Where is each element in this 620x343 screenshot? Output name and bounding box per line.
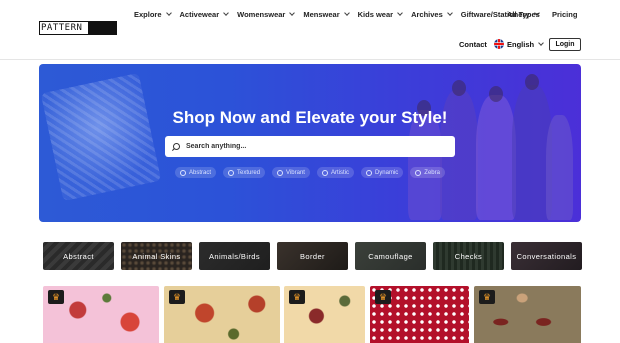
chevron-down-icon xyxy=(223,9,229,16)
page: PATTERN Explore Activewear Womenswear Me… xyxy=(0,0,620,343)
header-divider xyxy=(0,59,620,60)
pattern-tile[interactable]: ♛ xyxy=(164,286,280,343)
chevron-down-icon xyxy=(397,9,403,16)
category-card-checks[interactable]: Checks xyxy=(433,242,504,270)
chip-label: Vibrant xyxy=(286,169,305,176)
category-card-conversationals[interactable]: Conversationals xyxy=(511,242,582,270)
nav-explore-label: Explore xyxy=(134,9,162,19)
chevron-down-icon xyxy=(289,9,296,16)
main-nav: Explore Activewear Womenswear Menswear K… xyxy=(134,8,548,20)
login-button[interactable]: Login xyxy=(549,38,581,51)
search-icon xyxy=(180,169,187,176)
search-icon xyxy=(415,169,422,176)
category-list: Abstract Animal Skins Animals/Birds Bord… xyxy=(43,242,582,270)
crown-icon: ♛ xyxy=(48,290,64,304)
logo-text: PATTERN xyxy=(40,22,88,34)
nav-pricing[interactable]: Pricing xyxy=(552,8,577,20)
chip-artistic[interactable]: Artistic xyxy=(316,167,354,178)
category-card-abstract[interactable]: Abstract xyxy=(43,242,114,270)
chevron-down-icon xyxy=(165,9,172,16)
chip-zebra[interactable]: Zebra xyxy=(410,167,445,178)
nav-archives-label: Archives xyxy=(411,9,443,19)
hero-fabric-image xyxy=(40,72,162,202)
chip-vibrant[interactable]: Vibrant xyxy=(272,167,310,178)
pattern-tile[interactable]: ♛ xyxy=(43,286,159,343)
nav-kids-wear[interactable]: Kids wear xyxy=(357,8,403,20)
chevron-down-icon xyxy=(343,9,350,16)
chip-label: Abstract xyxy=(189,169,212,176)
nav-activewear-label: Activewear xyxy=(179,9,220,19)
category-card-animals-birds[interactable]: Animals/Birds xyxy=(199,242,270,270)
chip-abstract[interactable]: Abstract xyxy=(175,167,217,178)
search-input[interactable] xyxy=(186,143,446,150)
crown-icon: ♛ xyxy=(479,290,495,304)
site-logo[interactable]: PATTERN xyxy=(39,21,117,35)
chip-label: Dynamic xyxy=(374,169,399,176)
nav-all-types[interactable]: All Types xyxy=(507,8,540,20)
chip-textured[interactable]: Textured xyxy=(223,167,266,178)
language-selector[interactable]: English xyxy=(494,38,544,50)
chip-label: Zebra xyxy=(424,169,440,176)
pattern-grid: ♛ ♛ ♛ ♛ ♛ xyxy=(43,286,583,343)
pattern-tile[interactable]: ♛ xyxy=(474,286,581,343)
uk-flag-icon xyxy=(494,39,504,49)
hero-banner: Shop Now and Elevate your Style! Abstrac… xyxy=(39,64,581,222)
chip-label: Artistic xyxy=(330,169,349,176)
logo-block xyxy=(88,22,116,34)
crown-icon: ♛ xyxy=(289,290,305,304)
model-head xyxy=(452,80,466,96)
language-label: English xyxy=(507,39,535,49)
hero-title: Shop Now and Elevate your Style! xyxy=(172,108,448,127)
pattern-tile[interactable]: ♛ xyxy=(370,286,469,343)
nav-womenswear[interactable]: Womenswear xyxy=(237,8,296,20)
model-head xyxy=(525,74,539,90)
nav-contact[interactable]: Contact xyxy=(459,38,487,50)
nav-menswear[interactable]: Menswear xyxy=(303,8,350,20)
model-head xyxy=(489,86,503,102)
category-card-animal-skins[interactable]: Animal Skins xyxy=(121,242,192,270)
chip-dynamic[interactable]: Dynamic xyxy=(360,167,404,178)
chevron-down-icon xyxy=(538,39,544,46)
nav-activewear[interactable]: Activewear xyxy=(180,8,229,20)
nav-womenswear-label: Womenswear xyxy=(237,9,286,19)
nav-archives[interactable]: Archives xyxy=(411,8,453,20)
search-icon xyxy=(172,142,180,151)
search-icon xyxy=(321,169,328,176)
nav-kids-wear-label: Kids wear xyxy=(357,9,394,19)
search-icon xyxy=(228,169,235,176)
chip-label: Textured xyxy=(237,169,261,176)
crown-icon: ♛ xyxy=(169,290,185,304)
category-card-border[interactable]: Border xyxy=(277,242,348,270)
search-icon xyxy=(277,169,284,176)
search-icon xyxy=(365,169,372,176)
pattern-tile[interactable]: ♛ xyxy=(284,286,365,343)
search-bar[interactable] xyxy=(165,136,455,157)
crown-icon: ♛ xyxy=(375,290,391,304)
search-suggestions: Abstract Textured Vibrant Artistic Dynam… xyxy=(39,167,581,178)
nav-menswear-label: Menswear xyxy=(303,9,340,19)
nav-explore[interactable]: Explore xyxy=(134,8,172,20)
category-card-camouflage[interactable]: Camouflage xyxy=(355,242,426,270)
chevron-down-icon xyxy=(446,9,453,16)
